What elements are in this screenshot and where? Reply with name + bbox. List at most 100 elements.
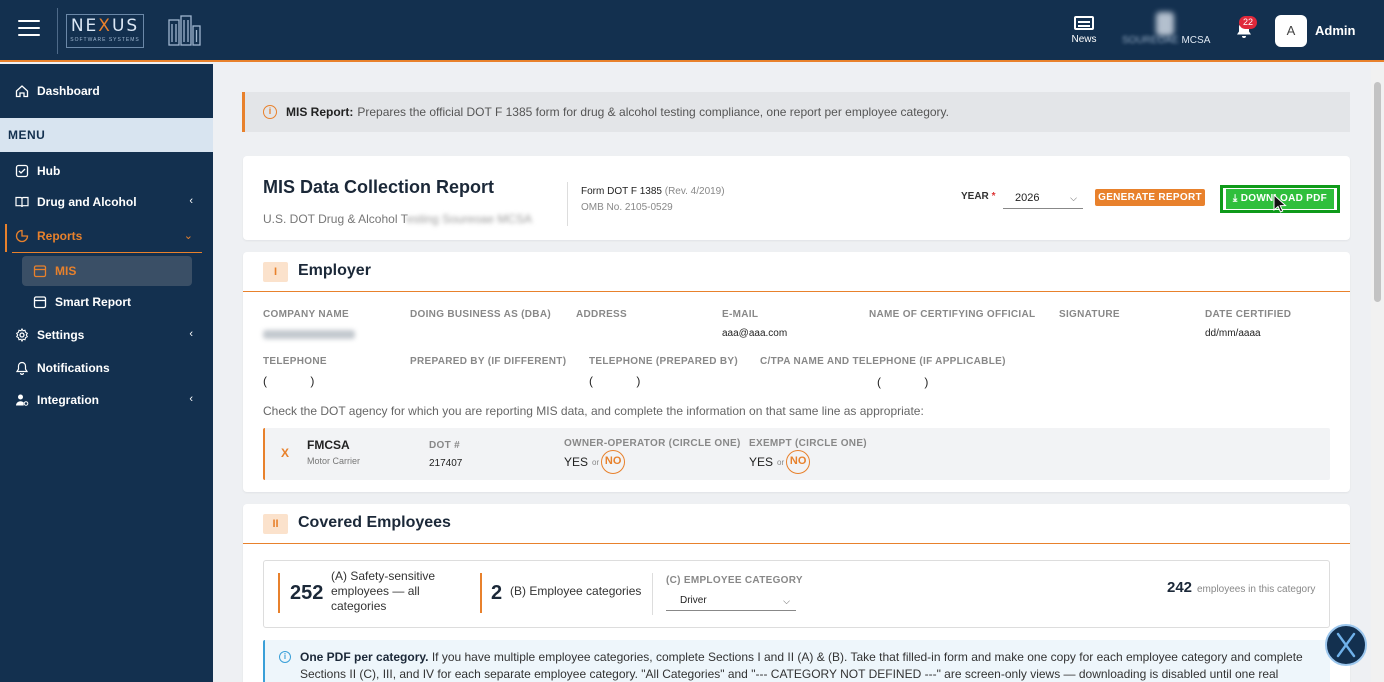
home-icon	[15, 85, 29, 98]
covered-employees-section: II Covered Employees 252 (A) Safety-sens…	[243, 504, 1350, 682]
email-value: aaa@aaa.com	[722, 328, 788, 339]
year-select[interactable]: 2026 ⌵	[1003, 187, 1083, 209]
date-certified-label: DATE CERTIFIED	[1205, 309, 1292, 320]
user-gear-icon	[16, 394, 29, 406]
sidebar-item-reports[interactable]: Reports ⌄	[0, 220, 213, 252]
sidebar-label: Integration	[37, 393, 99, 407]
bell-outline-icon	[15, 361, 29, 375]
user-name[interactable]: Admin	[1315, 23, 1355, 38]
dot-number-label: DOT #	[429, 440, 460, 451]
menu-header: MENU	[0, 118, 213, 152]
category-employee-label: employees in this category	[1197, 584, 1316, 595]
checkbox-icon	[15, 164, 29, 178]
owner-operator-choice[interactable]: YES or NO	[564, 450, 626, 474]
info-icon: i	[263, 105, 277, 119]
newspaper-icon	[1074, 16, 1094, 30]
form-name: Form DOT F 1385	[581, 186, 662, 197]
sidebar-item-settings[interactable]: Settings ‹	[0, 319, 213, 351]
yes-option[interactable]: YES	[564, 455, 588, 469]
assistant-fab[interactable]	[1325, 624, 1367, 666]
sidebar-item-drug-alcohol[interactable]: Drug and Alcohol ‹	[0, 186, 213, 218]
yes-option[interactable]: YES	[749, 455, 773, 469]
company-name-hidden: SOUREOAE	[1122, 35, 1179, 46]
section-header: II Covered Employees	[243, 504, 1350, 544]
sidebar: Dashboard MENU Hub Drug and Alcohol ‹ Re…	[0, 64, 213, 682]
notification-count-badge: 22	[1239, 16, 1257, 29]
main-scrollbar[interactable]	[1371, 64, 1384, 682]
sidebar-label: MIS	[55, 264, 77, 278]
note-text: If you have multiple employee categories…	[300, 650, 1303, 681]
sidebar-label: Dashboard	[37, 84, 100, 98]
category-employee-count: 242	[1167, 579, 1193, 596]
generate-report-button[interactable]: GENERATE REPORT	[1095, 189, 1205, 206]
company-selector[interactable]: SOUREOAE MCSA	[1122, 12, 1214, 52]
sidebar-item-mis[interactable]: MIS	[18, 255, 198, 287]
sidebar-item-smart-report[interactable]: Smart Report	[18, 286, 198, 318]
address-label: ADDRESS	[576, 309, 627, 320]
company-logo	[1156, 12, 1174, 36]
no-option-circled[interactable]: NO	[601, 450, 626, 474]
chevron-left-icon: ‹	[189, 328, 193, 340]
employee-category-label: (C) EMPLOYEE CATEGORY	[666, 575, 803, 586]
news-label: News	[1071, 34, 1097, 45]
news-button[interactable]: News	[1067, 16, 1101, 45]
top-bar: NEXUS SOFTWARE SYSTEMS News SOUREOAE MCS…	[0, 0, 1384, 62]
dot-number-value: 217407	[429, 458, 463, 469]
section-number: II	[263, 514, 288, 534]
employee-categories-label: (B) Employee categories	[510, 584, 642, 598]
gear-icon	[15, 328, 29, 342]
safety-sensitive-label: (A) Safety-sensitive employees — all cat…	[331, 569, 436, 613]
chevron-left-icon: ‹	[189, 393, 193, 405]
subtitle-hidden: esting Soureoae MCSA	[406, 212, 533, 226]
telephone-label: TELEPHONE	[263, 356, 327, 367]
chevron-down-icon: ⌵	[783, 596, 790, 606]
employee-category-value: Driver	[680, 595, 707, 606]
no-option-circled[interactable]: NO	[786, 450, 811, 474]
agency-row-fmcsa[interactable]: X FMCSA Motor Carrier DOT # 217407 OWNER…	[263, 428, 1330, 480]
sidebar-label: Notifications	[37, 361, 110, 375]
info-icon: i	[279, 651, 291, 663]
section-title: Employer	[298, 262, 371, 279]
hamburger-menu-icon[interactable]	[18, 20, 40, 38]
sidebar-label: Reports	[37, 229, 83, 243]
section-header: I Employer	[243, 252, 1350, 292]
agency-instructions: Check the DOT agency for which you are r…	[263, 404, 924, 418]
sidebar-item-integration[interactable]: Integration ‹	[0, 384, 213, 416]
owner-operator-label: OWNER-OPERATOR (CIRCLE ONE)	[564, 438, 741, 449]
download-icon: ⤓	[1232, 193, 1238, 204]
ctpa-value: ( )	[877, 375, 949, 389]
telephone-prepared-value: ( )	[589, 374, 661, 388]
section-number: I	[263, 262, 288, 282]
banner-bold: MIS Report:	[286, 105, 354, 119]
avatar[interactable]: A	[1275, 15, 1307, 47]
omb-number: OMB No. 2105-0529	[581, 202, 673, 213]
agency-type: Motor Carrier	[307, 456, 361, 466]
year-value: 2026	[1015, 192, 1040, 204]
sidebar-item-notifications[interactable]: Notifications	[0, 352, 213, 384]
company-name-value	[263, 330, 355, 339]
scrollbar-thumb[interactable]	[1374, 82, 1381, 302]
mouse-cursor-icon	[1273, 194, 1287, 213]
note-bold: One PDF per category.	[300, 650, 429, 664]
ctpa-label: C/TPA NAME AND TELEPHONE (IF APPLICABLE)	[760, 356, 1006, 367]
chevron-left-icon: ‹	[189, 195, 193, 207]
sidebar-label: Drug and Alcohol	[37, 195, 137, 209]
employee-category-select[interactable]: Driver ⌵	[666, 591, 796, 611]
exempt-label: EXEMPT (CIRCLE ONE)	[749, 438, 867, 449]
page-subtitle: U.S. DOT Drug & Alcohol T	[263, 212, 407, 226]
certifying-official-label: NAME OF CERTIFYING OFFICIAL	[869, 309, 1036, 320]
agency-checked-mark: X	[281, 446, 290, 460]
one-pdf-note: i One PDF per category. If you have mult…	[263, 640, 1330, 682]
form-rev: (Rev. 4/2019)	[664, 186, 725, 197]
calendar-icon	[33, 296, 47, 309]
chevron-down-icon: ⌵	[1070, 193, 1077, 203]
exempt-choice[interactable]: YES or NO	[749, 450, 811, 474]
sidebar-label: Settings	[37, 328, 85, 342]
safety-sensitive-count: 252	[290, 582, 324, 604]
sidebar-item-hub[interactable]: Hub	[0, 155, 213, 187]
nexus-logo[interactable]: NEXUS SOFTWARE SYSTEMS	[66, 14, 144, 48]
book-icon	[15, 196, 29, 208]
sidebar-item-dashboard[interactable]: Dashboard	[0, 75, 213, 107]
company-name-tail: MCSA	[1181, 35, 1211, 46]
calendar-icon	[33, 265, 47, 278]
